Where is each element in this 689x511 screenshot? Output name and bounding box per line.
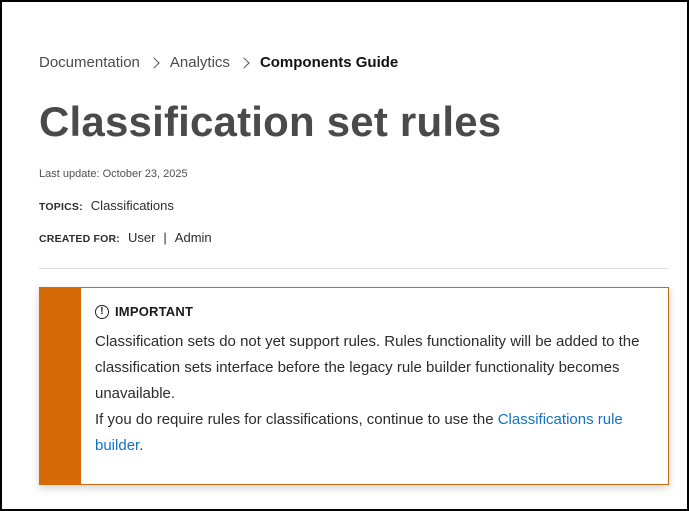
topics-value[interactable]: Classifications	[91, 198, 174, 213]
topics-label: TOPICS:	[39, 201, 83, 213]
separator-pipe: |	[163, 230, 167, 245]
breadcrumb-item-analytics[interactable]: Analytics	[170, 54, 230, 71]
topics-row: TOPICS: Classifications	[39, 198, 174, 213]
divider	[39, 268, 669, 269]
alert-body: ! IMPORTANT Classification sets do not y…	[95, 304, 645, 459]
alert-heading-text: IMPORTANT	[115, 304, 194, 319]
created-for-admin: Admin	[174, 230, 212, 245]
page-title: Classification set rules	[39, 98, 502, 145]
chevron-right-icon	[148, 56, 160, 69]
created-for-user: User	[127, 230, 156, 245]
alert-paragraph-1: Classification sets do not yet support r…	[95, 333, 640, 402]
last-update: Last update: October 23, 2025	[39, 168, 188, 180]
alert-paragraph-2-prefix: If you do require rules for classificati…	[95, 411, 498, 428]
alert-paragraph-2-suffix: .	[139, 437, 144, 454]
breadcrumb-item-documentation[interactable]: Documentation	[39, 54, 140, 71]
page-frame: Documentation Analytics Components Guide…	[0, 0, 689, 511]
breadcrumb-item-current[interactable]: Components Guide	[260, 54, 398, 71]
alert-text: Classification sets do not yet support r…	[95, 329, 645, 459]
alert-heading: ! IMPORTANT	[95, 304, 645, 319]
alert-stripe	[39, 287, 81, 485]
created-for-label: CREATED FOR:	[39, 233, 120, 245]
created-for-row: CREATED FOR: User | Admin	[39, 230, 212, 245]
alert-paragraph-2: If you do require rules for classificati…	[95, 407, 645, 459]
chevron-right-icon	[238, 56, 250, 69]
info-icon: !	[95, 304, 109, 319]
breadcrumb: Documentation Analytics Components Guide	[39, 54, 398, 71]
important-alert: ! IMPORTANT Classification sets do not y…	[39, 287, 669, 485]
